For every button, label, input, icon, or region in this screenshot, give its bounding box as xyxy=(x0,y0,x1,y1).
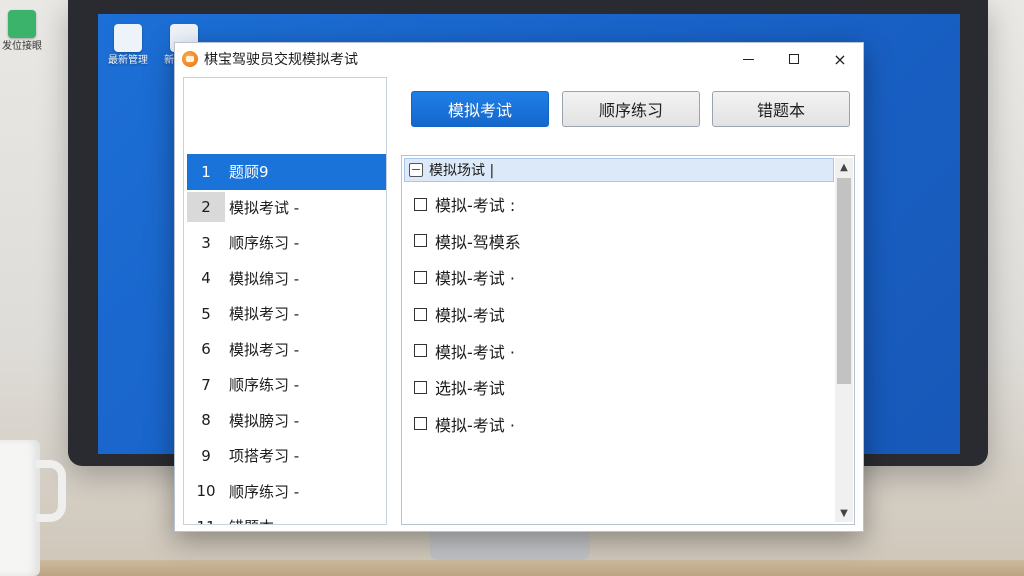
scroll-up-icon[interactable]: ▲ xyxy=(835,158,853,176)
option-label: 模拟-考试 · xyxy=(435,269,515,289)
tab-sequential-practice[interactable]: 顺序练习 xyxy=(562,91,700,127)
question-label: 题顾9 xyxy=(229,163,269,182)
minimize-button[interactable] xyxy=(725,43,771,75)
option-label: 模拟-驾模系 xyxy=(435,232,521,252)
question-label: 顺序练习 - xyxy=(229,482,300,501)
question-number: 8 xyxy=(201,411,211,430)
question-item-11[interactable]: 11 错题本 xyxy=(187,509,386,524)
desktop-icon-document[interactable]: 最新管理 xyxy=(100,24,156,67)
app-logo-icon xyxy=(182,51,198,67)
scrollbar-thumb[interactable] xyxy=(837,178,851,384)
tab-mock-exam[interactable]: 模拟考试 xyxy=(411,91,549,127)
option-label: 模拟-考试 · xyxy=(435,342,515,362)
mug-handle xyxy=(36,460,66,522)
option-label: 选拟-考试 xyxy=(435,379,505,399)
checkbox[interactable] xyxy=(414,344,427,358)
question-item-3[interactable]: 3 顺序练习 - xyxy=(187,225,386,261)
checkbox[interactable] xyxy=(414,234,427,248)
question-number: 3 xyxy=(201,233,211,252)
options-list: 模拟-考试 : 模拟-驾模系 模拟-考试 · 模拟-考试 模拟-考试 · 选拟-… xyxy=(414,186,521,442)
option-item[interactable]: 模拟-考试 · xyxy=(414,332,521,369)
maximize-icon xyxy=(789,54,799,64)
close-icon: × xyxy=(833,49,847,69)
question-label: 顺序练习 - xyxy=(229,234,300,253)
app-window: 棋宝驾驶员交规模拟考试 × 1 题顾9 2 模拟考试 - 3 顺序练习 - 4 … xyxy=(174,42,864,532)
question-number: 1 xyxy=(201,162,211,181)
checkbox[interactable] xyxy=(414,380,427,394)
question-number: 10 xyxy=(196,482,216,501)
question-number: 7 xyxy=(201,375,211,394)
desktop-icon-label: 发位接眼 xyxy=(2,41,42,52)
option-label: 模拟-考试 xyxy=(435,306,505,326)
question-number: 4 xyxy=(201,269,211,288)
question-number: 6 xyxy=(201,340,211,359)
option-label: 模拟-考试 : xyxy=(435,196,516,216)
maximize-button[interactable] xyxy=(771,43,817,75)
question-number: 11 xyxy=(187,518,225,524)
question-number: 9 xyxy=(201,446,211,465)
checkbox[interactable] xyxy=(414,197,427,211)
tab-wrong-questions[interactable]: 错题本 xyxy=(712,91,850,127)
checkbox[interactable] xyxy=(414,270,427,284)
question-number: 2 xyxy=(187,192,225,223)
app-icon xyxy=(8,10,36,38)
question-label: 模拟膀习 - xyxy=(229,411,300,430)
minimize-icon xyxy=(742,58,754,60)
question-label: 模拟考习 - xyxy=(229,305,300,324)
question-item-7[interactable]: 7 顺序练习 - xyxy=(187,367,386,403)
option-label: 模拟-考试 · xyxy=(435,415,515,435)
question-item-2[interactable]: 2 模拟考试 - xyxy=(187,190,386,226)
desk-surface xyxy=(0,560,1024,576)
window-controls: × xyxy=(725,43,863,75)
scroll-down-icon[interactable]: ▼ xyxy=(835,504,853,522)
checkbox[interactable] xyxy=(414,307,427,321)
mug xyxy=(0,440,40,576)
option-item[interactable]: 模拟-考试 · xyxy=(414,406,521,443)
option-item[interactable]: 模拟-考试 · xyxy=(414,259,521,296)
question-label: 模拟绵习 - xyxy=(229,269,300,288)
question-label: 错题本 xyxy=(229,516,274,524)
desktop-icon-label: 最新管理 xyxy=(108,55,148,66)
question-label: 项搭考习 - xyxy=(229,447,300,466)
options-header-label: 模拟场试 | xyxy=(429,163,495,179)
question-item-4[interactable]: 4 模拟绵习 - xyxy=(187,261,386,297)
options-panel: 模拟场试 | 模拟-考试 : 模拟-驾模系 模拟-考试 · 模拟-考试 模拟-考… xyxy=(401,155,855,525)
desktop-icon-app[interactable]: 发位接眼 xyxy=(0,10,50,53)
question-label: 顺序练习 - xyxy=(229,376,300,395)
question-list-panel: 1 题顾9 2 模拟考试 - 3 顺序练习 - 4 模拟绵习 - 5 模拟考习 … xyxy=(183,77,387,525)
question-item-8[interactable]: 8 模拟膀习 - xyxy=(187,403,386,439)
option-item[interactable]: 模拟-考试 xyxy=(414,296,521,333)
question-list: 1 题顾9 2 模拟考试 - 3 顺序练习 - 4 模拟绵习 - 5 模拟考习 … xyxy=(187,154,386,524)
list-icon xyxy=(409,163,423,177)
title-bar[interactable]: 棋宝驾驶员交规模拟考试 × xyxy=(175,43,863,75)
question-item-5[interactable]: 5 模拟考习 - xyxy=(187,296,386,332)
question-item-9[interactable]: 9 项搭考习 - xyxy=(187,438,386,474)
question-label: 模拟考习 - xyxy=(229,340,300,359)
option-item[interactable]: 选拟-考试 xyxy=(414,369,521,406)
vertical-scrollbar[interactable]: ▲ ▼ xyxy=(835,158,853,522)
question-label: 模拟考试 - xyxy=(229,198,300,217)
option-item[interactable]: 模拟-驾模系 xyxy=(414,223,521,260)
window-title: 棋宝驾驶员交规模拟考试 xyxy=(204,52,358,68)
question-item-1[interactable]: 1 题顾9 xyxy=(187,154,386,190)
question-item-10[interactable]: 10 顺序练习 - xyxy=(187,474,386,510)
document-icon xyxy=(114,24,142,52)
option-item[interactable]: 模拟-考试 : xyxy=(414,186,521,223)
close-button[interactable]: × xyxy=(817,43,863,75)
question-item-6[interactable]: 6 模拟考习 - xyxy=(187,332,386,368)
options-header[interactable]: 模拟场试 | xyxy=(404,158,834,182)
checkbox[interactable] xyxy=(414,417,427,431)
question-number: 5 xyxy=(201,304,211,323)
